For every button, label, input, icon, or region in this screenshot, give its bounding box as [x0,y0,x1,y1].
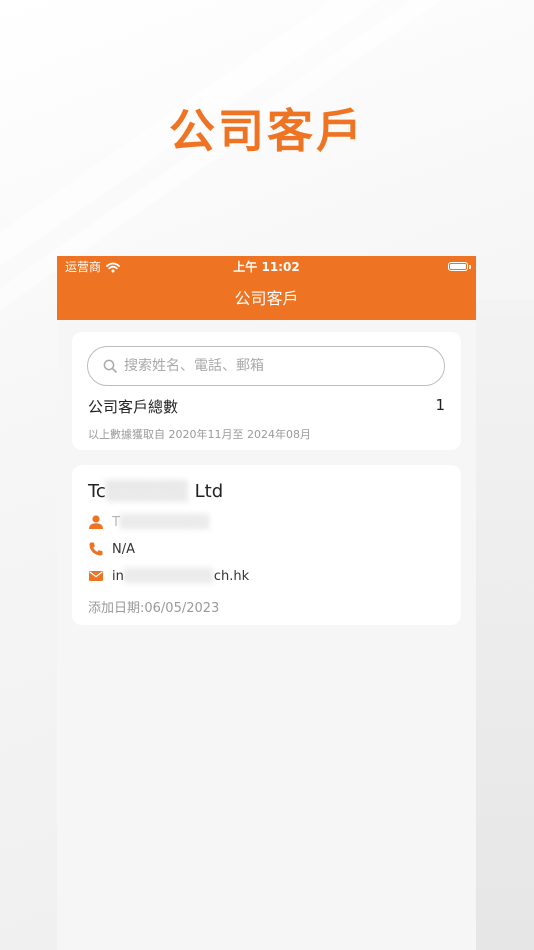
phone-screen: 运营商 上午 11:02 公司客戶 搜索姓名、電話、郵箱 公司客戶總數 1 以上… [57,256,476,950]
nav-bar: 公司客戶 [57,278,476,320]
person-icon [88,514,104,530]
promo-title: 公司客戶 [169,104,365,158]
email-icon [88,568,104,584]
client-name-end: Ltd [194,481,224,502]
client-card[interactable]: Tc░░░░░░ Ltd T░░░░░░░░░ N/A in░░░░░░░░░c… [72,465,461,625]
client-phone: N/A [112,541,135,557]
search-bar[interactable] [87,346,445,386]
redacted-text: ░░░░░░░░░ [123,568,214,584]
client-email-row[interactable]: in░░░░░░░░░ch.hk [88,568,249,584]
redacted-text: ░░░░░░ [105,481,195,502]
nav-title: 公司客戶 [234,289,299,308]
client-phone-row[interactable]: N/A [88,541,135,557]
client-contact-name: T░░░░░░░░░ [112,515,210,530]
search-icon [102,358,118,374]
battery-tip [469,265,471,269]
client-contact-row: T░░░░░░░░░ [88,514,210,530]
data-date-range: 以上數據獲取自 2020年11月至 2024年08月 [88,428,311,441]
battery-icon [448,262,468,271]
redacted-text: ░░░░░░░░░ [119,514,210,530]
client-name-start: Tc [88,481,106,502]
client-email: in░░░░░░░░░ch.hk [112,569,249,584]
status-time: 上午 11:02 [233,260,300,274]
client-email-end: ch.hk [213,568,250,584]
client-email-start: in [112,568,124,584]
phone-icon [88,541,104,557]
background-panel [476,300,534,950]
client-contact-start: T [112,514,120,530]
search-input[interactable] [124,358,424,374]
client-name: Tc░░░░░░ Ltd [88,481,223,502]
status-bar: 运营商 上午 11:02 [57,256,476,278]
total-clients-label: 公司客戶總數 [88,398,179,416]
total-clients-count: 1 [435,396,445,414]
summary-card: 公司客戶總數 1 以上數據獲取自 2020年11月至 2024年08月 [72,332,461,450]
client-added-date: 添加日期:06/05/2023 [88,601,220,616]
battery-level [450,264,466,269]
